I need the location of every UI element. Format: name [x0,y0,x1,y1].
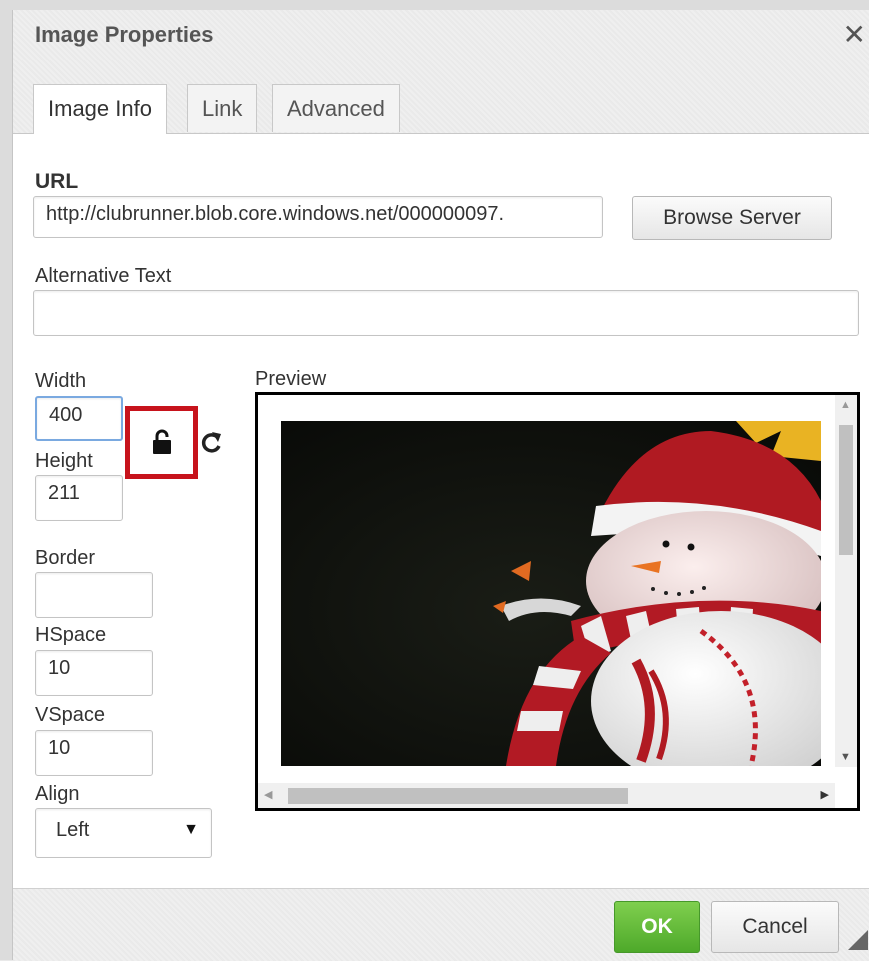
alternative-text-input[interactable] [33,290,859,336]
close-icon[interactable]: ✕ [843,18,866,51]
alternative-text-label: Alternative Text [35,265,172,287]
border-input[interactable] [35,572,153,618]
preview-panel[interactable]: ▲ ▼ ◀ ▶ [255,392,860,811]
preview-horizontal-scrollbar[interactable]: ◀ ▶ [258,783,835,808]
scroll-left-icon[interactable]: ◀ [264,788,272,801]
ok-button[interactable]: OK [614,901,700,953]
scroll-right-icon[interactable]: ▶ [821,788,829,801]
chevron-down-icon: ▼ [183,821,199,838]
preview-vertical-scroll-thumb[interactable] [839,425,853,555]
lock-open-icon[interactable] [150,428,174,456]
browse-server-button[interactable]: Browse Server [632,196,832,240]
url-input[interactable]: http://clubrunner.blob.core.windows.net/… [33,196,603,238]
align-select-value: Left [56,819,90,841]
preview-horizontal-scroll-thumb[interactable] [288,788,628,804]
width-input[interactable]: 400 [35,396,123,441]
dialog-title: Image Properties [35,22,214,47]
width-label: Width [35,370,87,392]
tab-image-info[interactable]: Image Info [33,84,167,134]
refresh-icon[interactable] [199,430,223,456]
align-label: Align [35,783,80,805]
height-label: Height [35,450,93,472]
resize-grip-icon[interactable] [848,930,868,955]
vspace-input[interactable]: 10 [35,730,153,776]
border-label: Border [35,547,96,569]
image-properties-dialog: Image Properties ✕ Image Info Link Advan… [12,10,869,961]
tab-link[interactable]: Link [187,84,258,132]
scroll-up-icon[interactable]: ▲ [840,399,851,411]
scroll-down-icon[interactable]: ▼ [840,751,851,763]
preview-label: Preview [255,368,327,390]
tab-link-label: Link [202,96,243,121]
vspace-label: VSpace [35,704,106,726]
url-label: URL [35,170,79,193]
hspace-input[interactable]: 10 [35,650,153,696]
tab-image-info-label: Image Info [48,96,152,121]
tab-advanced-label: Advanced [287,96,385,121]
dialog-footer: OK Cancel [13,888,869,961]
height-input[interactable]: 211 [35,475,123,521]
dialog-titlebar[interactable]: Image Properties ✕ [13,10,869,61]
tab-advanced[interactable]: Advanced [272,84,400,132]
hspace-label: HSpace [35,624,107,646]
align-select[interactable]: Left ▼ [35,808,212,858]
tab-bar: Image Info Link Advanced [13,60,869,134]
preview-image [281,421,821,766]
preview-vertical-scrollbar[interactable]: ▲ ▼ [835,395,857,767]
cancel-button[interactable]: Cancel [711,901,839,953]
